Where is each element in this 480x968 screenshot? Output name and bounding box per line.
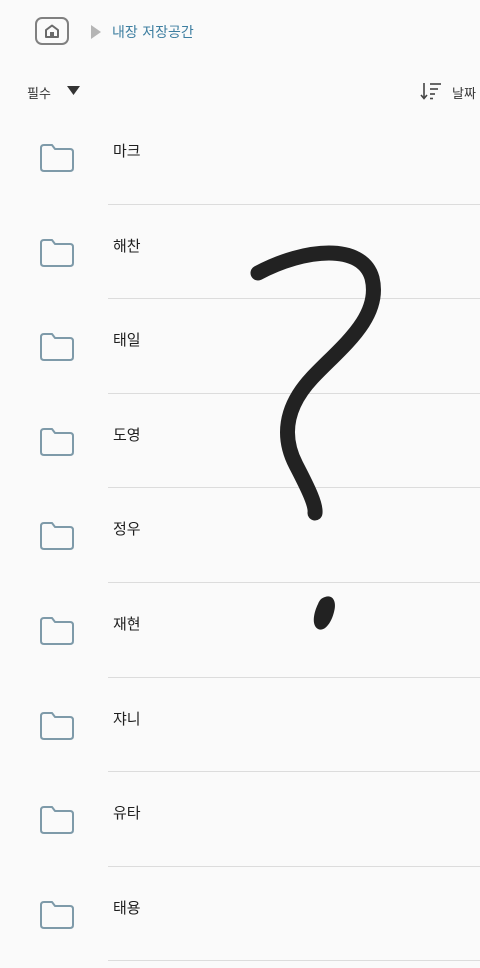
list-item[interactable]: 쟈니 <box>0 678 480 773</box>
folder-name: 쟈니 <box>113 709 141 728</box>
folder-icon <box>40 427 74 456</box>
folder-icon <box>40 711 74 740</box>
folder-icon <box>40 238 74 267</box>
filter-dropdown-label[interactable]: 필수 <box>27 83 51 102</box>
play-arrow-icon <box>91 25 101 39</box>
folder-name: 재현 <box>113 614 141 633</box>
folder-name: 해찬 <box>113 236 141 255</box>
folder-name: 정우 <box>113 520 141 539</box>
folder-name: 태용 <box>113 898 141 917</box>
folder-name: 유타 <box>113 804 141 823</box>
folder-icon <box>40 900 74 929</box>
list-item[interactable]: 해찬 <box>0 205 480 300</box>
list-item[interactable]: 마크 <box>0 110 480 205</box>
breadcrumb-current[interactable]: 내장 저장공간 <box>112 22 194 42</box>
folder-icon <box>40 806 74 835</box>
folder-icon <box>40 144 74 172</box>
home-icon <box>45 24 59 38</box>
folder-name: 태일 <box>113 331 141 350</box>
folder-icon <box>40 616 74 645</box>
home-button[interactable] <box>35 17 69 45</box>
list-item[interactable]: 태일 <box>0 299 480 394</box>
folder-icon <box>40 333 74 362</box>
list-item[interactable]: 도영 <box>0 394 480 489</box>
folder-list: 마크 해찬 태일 도영 정우 재현 쟈니 유타 태용 <box>0 110 480 962</box>
list-item[interactable]: 재현 <box>0 583 480 678</box>
list-item[interactable]: 유타 <box>0 772 480 867</box>
sort-filter-bar: 필수 날짜 <box>0 78 480 104</box>
divider <box>108 960 480 962</box>
folder-name: 도영 <box>113 425 141 444</box>
sort-label[interactable]: 날짜 <box>452 83 476 102</box>
sort-descending-icon[interactable] <box>420 82 442 100</box>
list-item[interactable]: 태용 <box>0 867 480 962</box>
caret-down-icon[interactable] <box>67 86 80 95</box>
folder-name: 마크 <box>113 142 141 160</box>
list-item[interactable]: 정우 <box>0 488 480 583</box>
folder-icon <box>40 522 74 551</box>
top-bar: 내장 저장공간 <box>0 0 480 64</box>
